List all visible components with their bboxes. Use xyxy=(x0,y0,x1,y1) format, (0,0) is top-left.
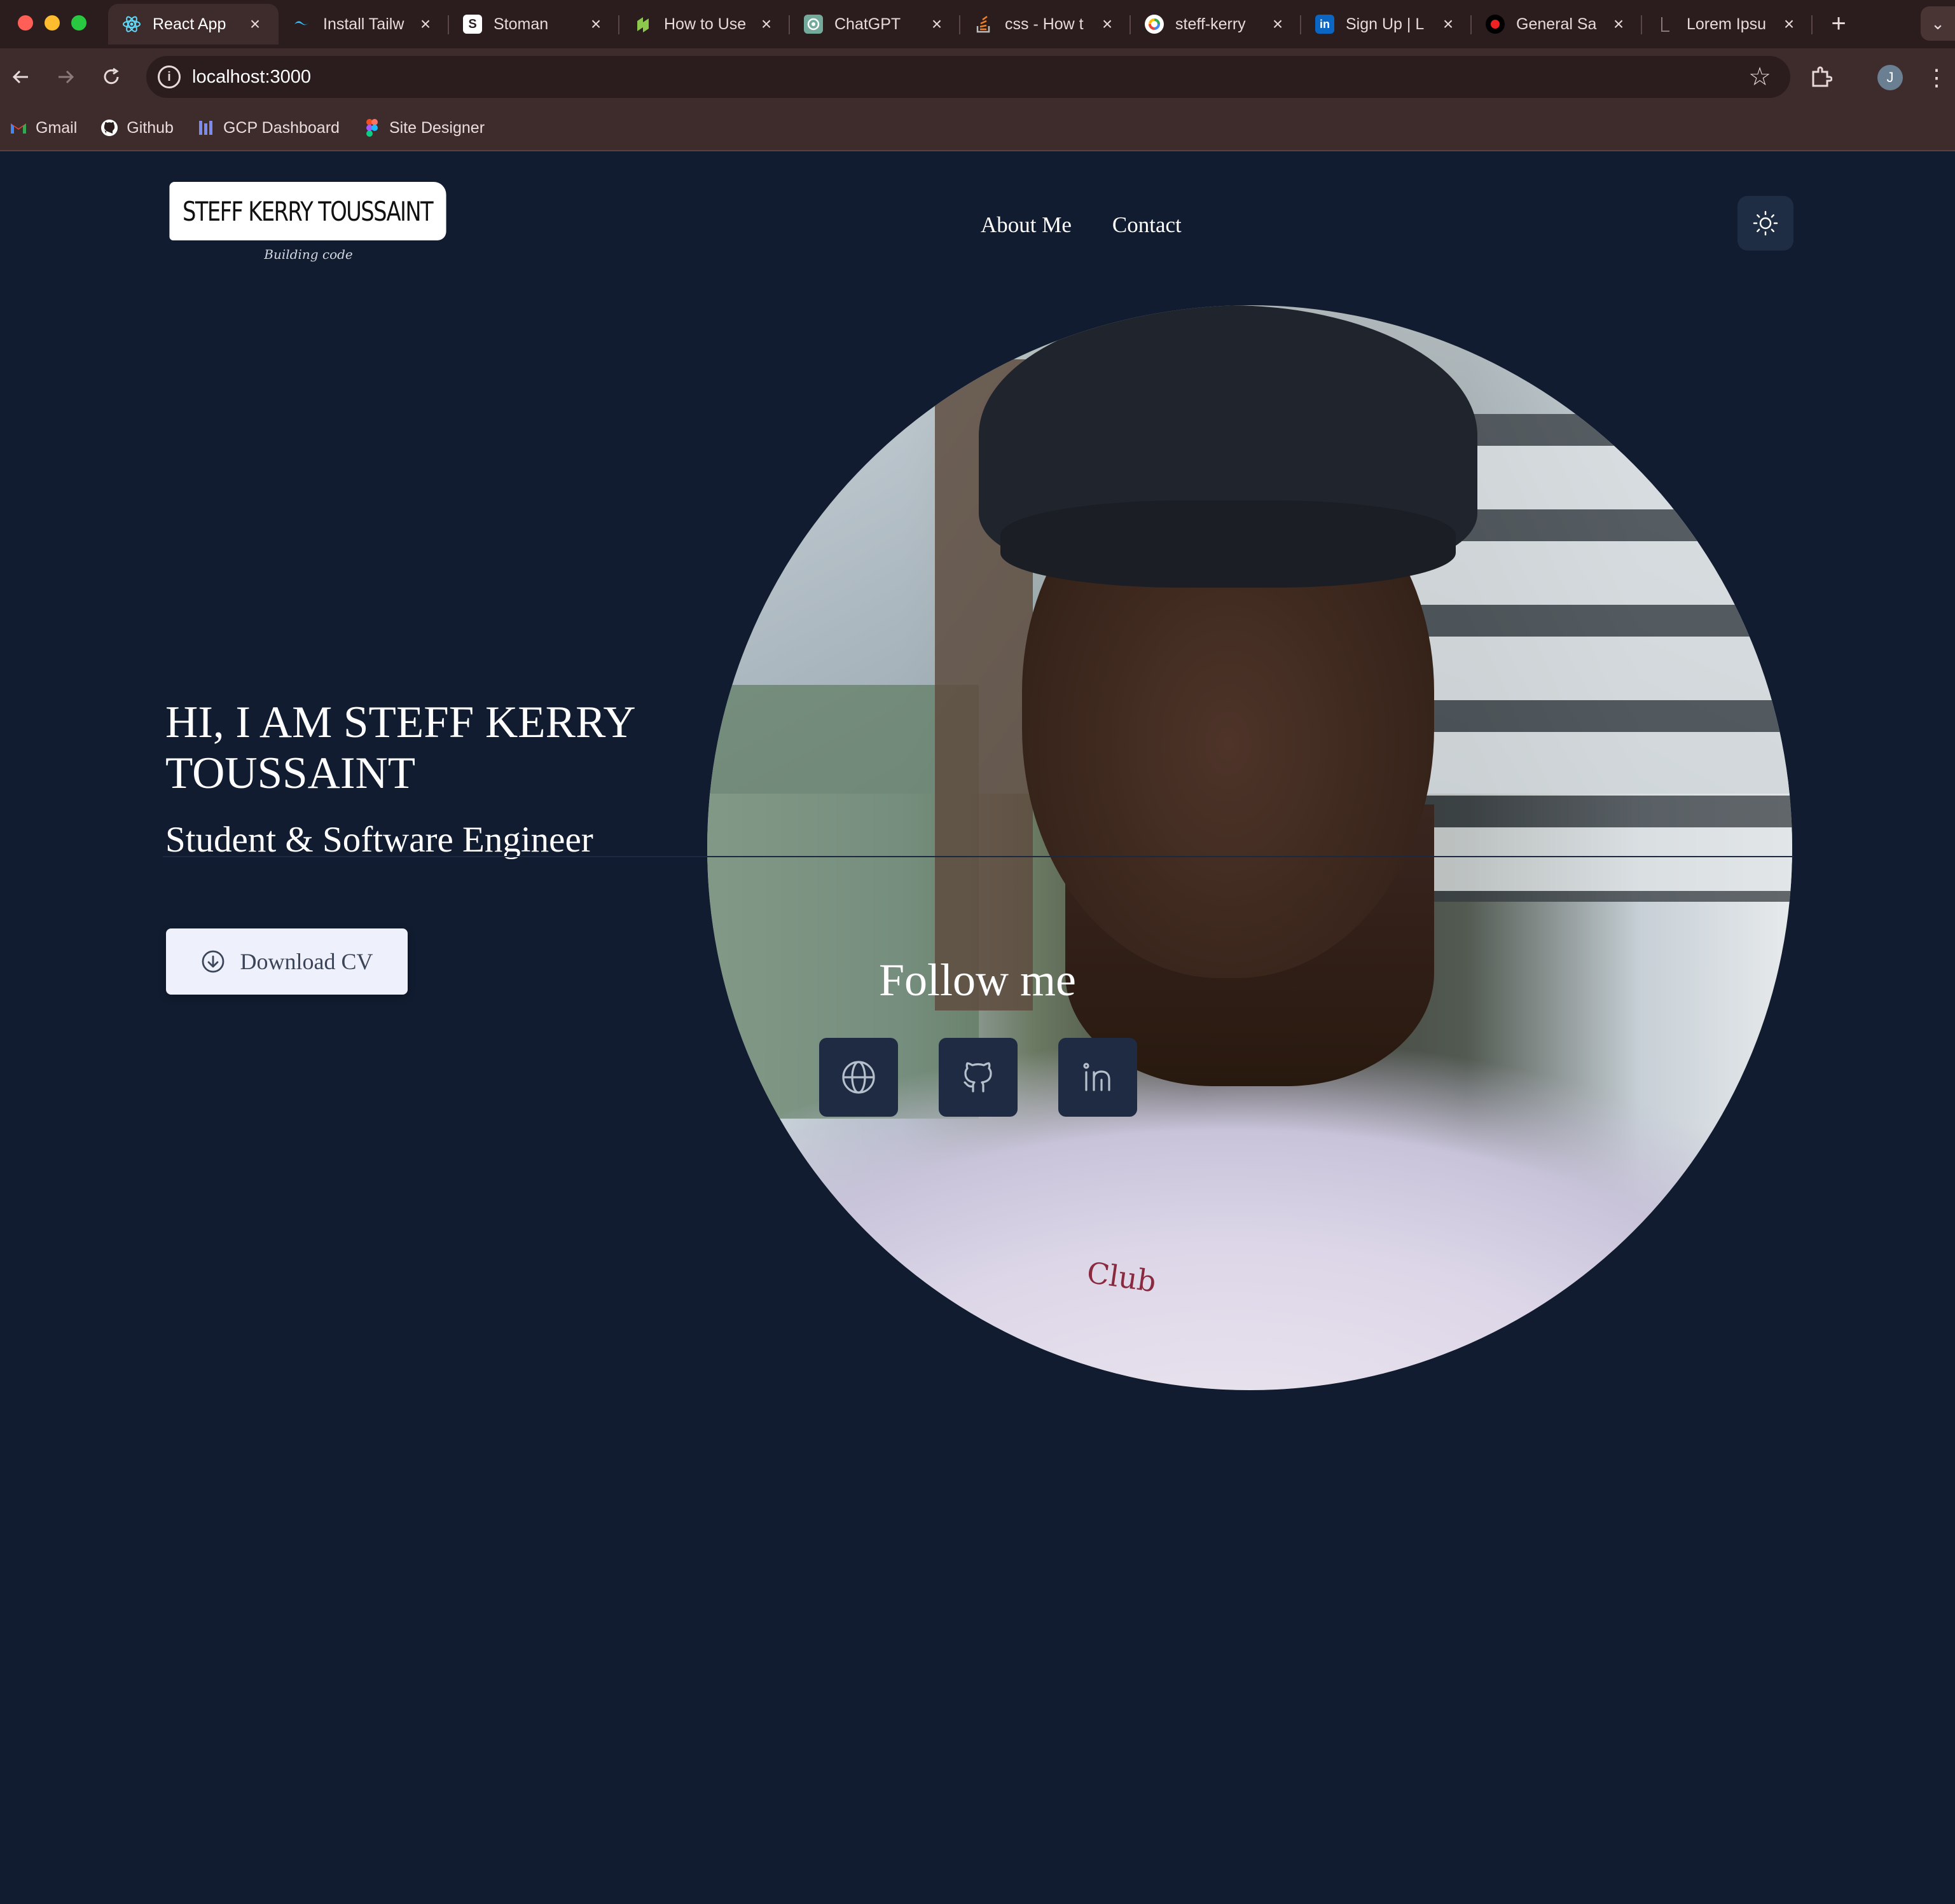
bookmarks-bar: Gmail Github GCP Dashboard Site Designer xyxy=(0,106,1955,151)
nav-about-me[interactable]: About Me xyxy=(981,212,1072,238)
close-tab-icon[interactable]: × xyxy=(757,14,776,34)
sun-icon xyxy=(1753,210,1778,236)
social-links xyxy=(819,1038,1178,1117)
bookmark-label: Github xyxy=(127,118,174,137)
close-tab-icon[interactable]: × xyxy=(1609,14,1628,34)
bookmark-label: Site Designer xyxy=(389,118,485,137)
url-bar[interactable]: i localhost:3000 ☆ xyxy=(146,56,1790,98)
hero-subtitle: Student & Software Engineer xyxy=(165,820,593,860)
close-tab-icon[interactable]: × xyxy=(927,14,946,34)
lorem-icon xyxy=(1656,15,1675,34)
hero-title: HI, I AM STEFF KERRY TOUSSAINT xyxy=(165,698,635,798)
close-tab-icon[interactable]: × xyxy=(416,14,435,34)
tab-search-button[interactable]: ⌄ xyxy=(1921,6,1955,41)
google-icon xyxy=(1145,15,1164,34)
tab-lorem-ipsum[interactable]: Lorem Ipsu × xyxy=(1642,4,1813,45)
logo-text: STEFF KERRY TOUSSAINT xyxy=(183,195,434,227)
tab-title: ChatGPT xyxy=(834,15,901,33)
gmail-icon xyxy=(9,118,28,137)
tab-title: steff-kerry xyxy=(1175,15,1246,33)
address-toolbar: i localhost:3000 ☆ J ⋮ xyxy=(0,48,1955,106)
close-tab-icon[interactable]: × xyxy=(1439,14,1458,34)
maximize-window-button[interactable] xyxy=(71,15,86,31)
tab-title: General Sa xyxy=(1516,15,1597,33)
bookmark-gmail[interactable]: Gmail xyxy=(9,118,77,137)
tab-install-tailwind[interactable]: Install Tailw × xyxy=(279,4,449,45)
close-window-button[interactable] xyxy=(18,15,33,31)
close-tab-icon[interactable]: × xyxy=(586,14,605,34)
reload-icon xyxy=(104,67,119,85)
new-tab-button[interactable]: + xyxy=(1823,8,1855,39)
back-button[interactable] xyxy=(5,61,37,93)
forward-button[interactable] xyxy=(50,61,81,93)
tailwind-icon xyxy=(293,15,312,34)
section-divider xyxy=(163,856,1793,857)
logo-tagline: Building code xyxy=(264,247,353,262)
github-link-button[interactable] xyxy=(939,1038,1018,1117)
arrow-left-icon xyxy=(12,70,28,84)
stoman-icon: S xyxy=(463,15,482,34)
profile-photo: Club xyxy=(707,305,1792,1390)
tab-title: React App xyxy=(153,15,226,33)
close-tab-icon[interactable]: × xyxy=(245,14,265,34)
tab-title: css - How t xyxy=(1005,15,1084,33)
github-icon xyxy=(100,118,119,137)
arrow-right-icon xyxy=(59,70,74,84)
main-nav: About Me Contact xyxy=(981,212,1222,238)
minimize-window-button[interactable] xyxy=(45,15,60,31)
browser-tab-bar: React App × Install Tailw × S Stoman × H… xyxy=(0,0,1955,48)
theme-toggle-button[interactable] xyxy=(1737,196,1793,251)
linkedin-icon: in xyxy=(1315,15,1334,34)
portfolio-page: STEFF KERRY TOUSSAINT Building code Abou… xyxy=(0,151,1955,1904)
close-tab-icon[interactable]: × xyxy=(1779,14,1799,34)
tab-general-sa[interactable]: General Sa × xyxy=(1472,4,1642,45)
record-icon xyxy=(1486,15,1505,34)
linkedin-link-button[interactable] xyxy=(1058,1038,1137,1117)
tab-how-to-use[interactable]: How to Use × xyxy=(619,4,790,45)
website-link-button[interactable] xyxy=(819,1038,898,1117)
bookmark-label: GCP Dashboard xyxy=(223,118,340,137)
react-icon xyxy=(122,15,141,34)
close-tab-icon[interactable]: × xyxy=(1098,14,1117,34)
bookmark-label: Gmail xyxy=(36,118,78,137)
tab-title: Lorem Ipsu xyxy=(1687,15,1767,33)
url-text: localhost:3000 xyxy=(192,66,312,87)
site-info-icon[interactable]: i xyxy=(158,66,181,88)
profile-avatar[interactable]: J xyxy=(1877,65,1903,90)
nodejs-icon xyxy=(633,15,653,34)
figma-icon xyxy=(363,118,382,137)
linkedin-icon xyxy=(1083,1063,1110,1091)
tab-css-how[interactable]: css - How t × xyxy=(960,4,1131,45)
chatgpt-icon xyxy=(804,15,823,34)
site-logo[interactable]: STEFF KERRY TOUSSAINT xyxy=(169,182,446,240)
more-menu-icon[interactable]: ⋮ xyxy=(1925,62,1948,93)
tab-react-app[interactable]: React App × xyxy=(108,4,279,45)
tab-title: How to Use xyxy=(664,15,747,33)
extensions-puzzle-icon[interactable] xyxy=(1806,62,1835,92)
bookmark-gcp-dashboard[interactable]: GCP Dashboard xyxy=(197,118,340,137)
close-tab-icon[interactable]: × xyxy=(1268,14,1287,34)
tab-strip: React App × Install Tailw × S Stoman × H… xyxy=(108,4,1813,45)
tab-google-search[interactable]: steff-kerry × xyxy=(1131,4,1301,45)
tab-title: Stoman xyxy=(494,15,549,33)
tab-linkedin-signup[interactable]: in Sign Up | L × xyxy=(1301,4,1472,45)
tab-chatgpt[interactable]: ChatGPT × xyxy=(790,4,960,45)
bookmark-star-icon[interactable]: ☆ xyxy=(1748,62,1771,92)
bookmark-site-designer[interactable]: Site Designer xyxy=(363,118,485,137)
tab-title: Sign Up | L xyxy=(1346,15,1425,33)
stackoverflow-icon xyxy=(974,15,993,34)
tab-title: Install Tailw xyxy=(323,15,404,33)
nav-contact[interactable]: Contact xyxy=(1112,212,1182,238)
reload-button[interactable] xyxy=(95,61,127,93)
gcp-icon xyxy=(197,118,216,137)
github-icon xyxy=(964,1062,992,1093)
globe-icon xyxy=(842,1061,875,1094)
bookmark-github[interactable]: Github xyxy=(100,118,174,137)
tab-stoman[interactable]: S Stoman × xyxy=(449,4,619,45)
follow-me-title: Follow me xyxy=(878,955,1076,1005)
